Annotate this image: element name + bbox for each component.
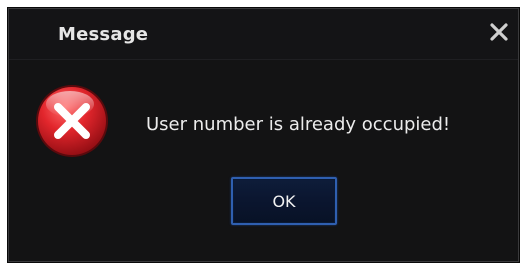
dialog-title: Message: [58, 24, 149, 45]
error-icon: [33, 82, 111, 160]
ok-button-label: OK: [272, 191, 296, 211]
ok-button[interactable]: OK: [231, 177, 337, 225]
dialog-titlebar: Message: [9, 9, 518, 60]
close-icon[interactable]: [486, 19, 512, 45]
dialog-body: User number is already occupied! OK: [9, 60, 518, 261]
message-dialog: Message User number is already occupied!…: [8, 8, 519, 262]
dialog-message: User number is already occupied!: [146, 114, 451, 135]
